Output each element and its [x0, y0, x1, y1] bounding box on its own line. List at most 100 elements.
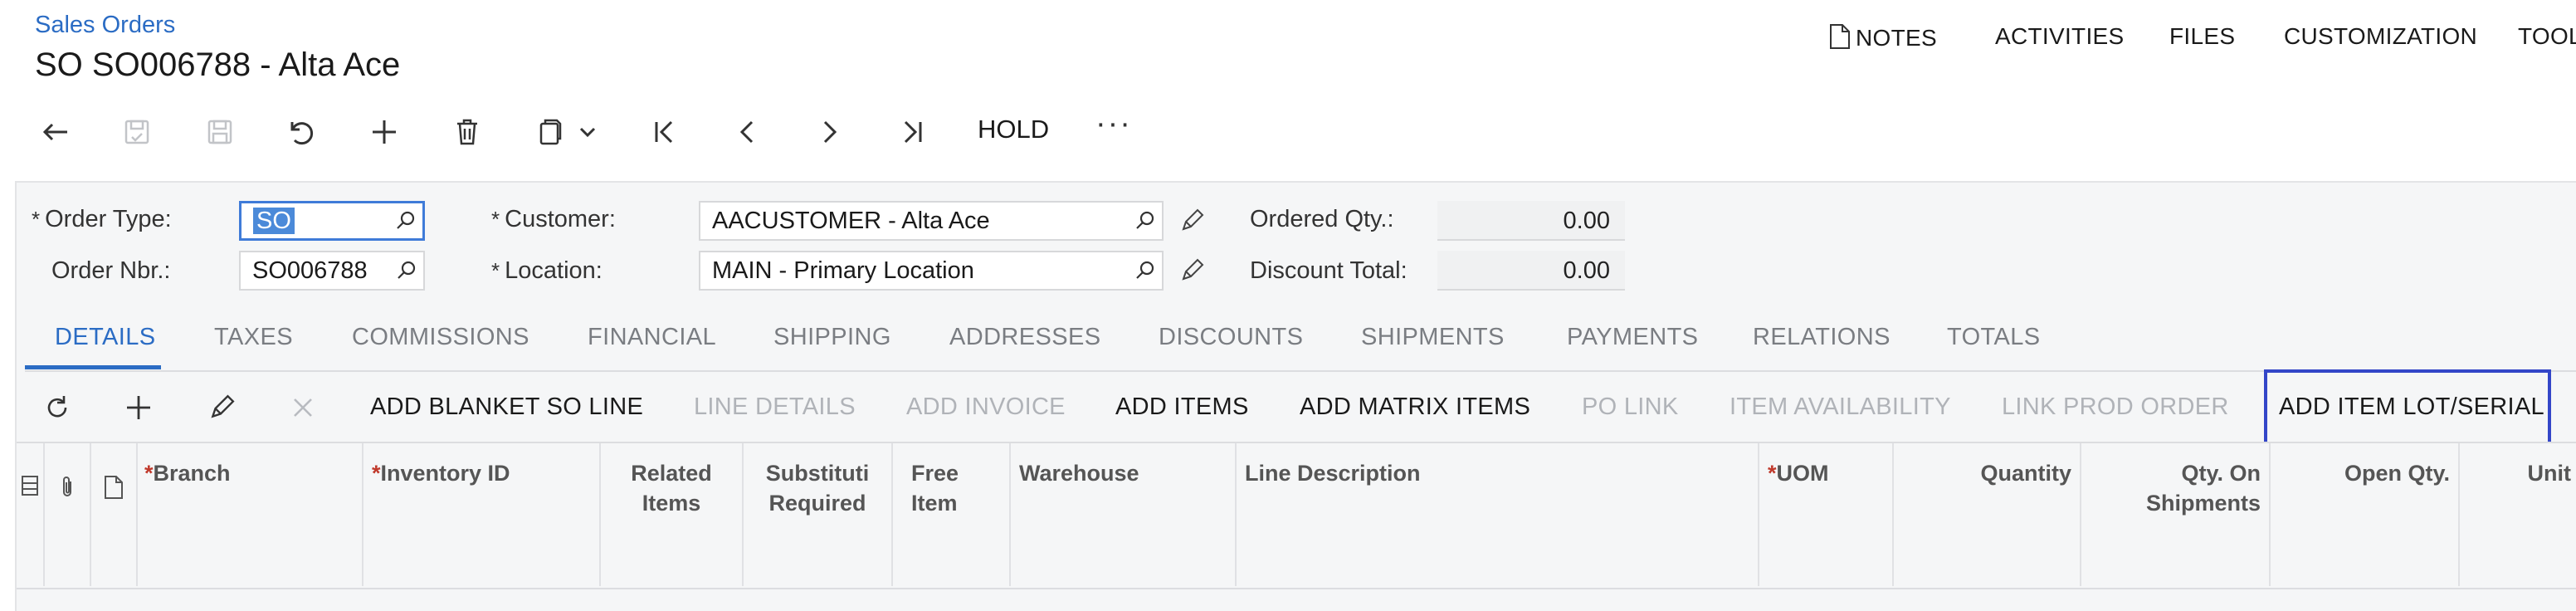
- location-field[interactable]: MAIN - Primary Location: [699, 251, 1164, 291]
- order-nbr-value: SO006788: [252, 257, 368, 284]
- customer-label: * Customer:: [491, 206, 616, 233]
- copy-paste-icon[interactable]: [528, 110, 573, 154]
- document-icon: [1829, 23, 1851, 56]
- col-branch[interactable]: *Branch: [138, 443, 363, 586]
- more-actions-button[interactable]: ···: [1095, 106, 1132, 142]
- col-free-item-line2: Item: [911, 491, 958, 516]
- col-qty-on-shipments[interactable]: Qty. On Shipments: [2081, 443, 2271, 586]
- col-qty-on-shipments-line2: Shipments: [2145, 491, 2261, 516]
- tab-shipments[interactable]: SHIPMENTS: [1361, 324, 1505, 351]
- location-value: MAIN - Primary Location: [712, 257, 974, 284]
- add-invoice-button: ADD INVOICE: [906, 393, 1066, 420]
- add-items-button[interactable]: ADD ITEMS: [1115, 393, 1249, 421]
- edit-location-icon[interactable]: [1175, 254, 1208, 287]
- search-icon[interactable]: [1129, 204, 1162, 237]
- required-star: *: [1768, 461, 1777, 486]
- col-uom[interactable]: *UOM: [1759, 443, 1894, 586]
- back-icon[interactable]: [33, 110, 78, 154]
- row-selector-icon: [17, 458, 43, 496]
- last-record-icon[interactable]: [890, 110, 934, 154]
- col-quantity-label: Quantity: [1980, 461, 2071, 486]
- col-qty-on-shipments-line1: Qty. On: [2181, 461, 2261, 486]
- col-substitution-required[interactable]: Substituti Required: [744, 443, 893, 586]
- col-quantity[interactable]: Quantity: [1894, 443, 2081, 586]
- tab-payments[interactable]: PAYMENTS: [1567, 324, 1698, 351]
- page-title: SO SO006788 - Alta Ace: [35, 46, 401, 83]
- po-link-button: PO LINK: [1582, 393, 1679, 420]
- col-line-description[interactable]: Line Description: [1237, 443, 1759, 586]
- search-icon[interactable]: [389, 204, 422, 237]
- tools-button[interactable]: TOOLS: [2518, 23, 2576, 50]
- tab-details[interactable]: DETAILS: [55, 324, 156, 351]
- col-open-qty[interactable]: Open Qty.: [2271, 443, 2460, 586]
- refresh-icon[interactable]: [37, 387, 78, 428]
- col-inventory-id-label: Inventory ID: [380, 461, 510, 486]
- customer-value: AACUSTOMER - Alta Ace: [712, 207, 990, 234]
- search-icon[interactable]: [1129, 254, 1162, 287]
- tab-relations[interactable]: RELATIONS: [1753, 324, 1891, 351]
- edit-customer-icon[interactable]: [1175, 204, 1208, 237]
- required-mark: *: [491, 258, 500, 283]
- hold-button[interactable]: HOLD: [978, 115, 1049, 144]
- tab-discounts[interactable]: DISCOUNTS: [1159, 324, 1303, 351]
- discount-total-value: 0.00: [1437, 251, 1625, 291]
- col-attachments[interactable]: [45, 443, 91, 586]
- save-icon: [198, 110, 242, 154]
- tab-financial[interactable]: FINANCIAL: [588, 324, 716, 351]
- col-line-description-label: Line Description: [1245, 461, 1421, 486]
- col-notes[interactable]: [91, 443, 138, 586]
- delete-row-icon: [282, 387, 324, 428]
- col-related-items-line1: Related: [631, 461, 712, 486]
- col-free-item-line1: Free: [911, 461, 959, 486]
- add-icon[interactable]: [362, 110, 407, 154]
- customer-field[interactable]: AACUSTOMER - Alta Ace: [699, 201, 1164, 241]
- tab-commissions[interactable]: COMMISSIONS: [352, 324, 529, 351]
- active-tab-indicator: [25, 365, 161, 369]
- customization-button[interactable]: CUSTOMIZATION: [2284, 23, 2477, 50]
- edit-row-icon[interactable]: [201, 387, 242, 428]
- previous-record-icon[interactable]: [725, 110, 770, 154]
- order-type-value: SO: [253, 207, 295, 234]
- tab-addresses[interactable]: ADDRESSES: [949, 324, 1101, 351]
- paperclip-icon: [45, 458, 90, 500]
- activities-button[interactable]: ACTIVITIES: [1995, 23, 2124, 50]
- order-nbr-field[interactable]: SO006788: [239, 251, 425, 291]
- add-row-icon[interactable]: [118, 387, 159, 428]
- col-warehouse[interactable]: Warehouse: [1011, 443, 1237, 586]
- order-type-field[interactable]: SO: [239, 201, 425, 241]
- ordered-qty-label: Ordered Qty.:: [1250, 206, 1394, 232]
- tab-totals[interactable]: TOTALS: [1947, 324, 2041, 351]
- col-substitution-line2: Required: [768, 491, 866, 516]
- search-icon[interactable]: [390, 254, 423, 287]
- notes-button[interactable]: NOTES: [1829, 23, 1937, 56]
- focus-highlight-box: [2264, 369, 2551, 446]
- link-prod-order-button: LINK PROD ORDER: [2002, 393, 2229, 420]
- add-matrix-items-button[interactable]: ADD MATRIX ITEMS: [1300, 393, 1530, 421]
- add-blanket-so-line-button[interactable]: ADD BLANKET SO LINE: [370, 393, 643, 421]
- order-type-label: * Order Type:: [32, 206, 172, 233]
- col-unit-price[interactable]: Unit: [2460, 443, 2576, 586]
- col-warehouse-label: Warehouse: [1019, 461, 1139, 486]
- tab-shipping[interactable]: SHIPPING: [773, 324, 891, 351]
- files-button[interactable]: FILES: [2169, 23, 2235, 50]
- delete-icon[interactable]: [445, 110, 490, 154]
- line-details-button: LINE DETAILS: [694, 393, 856, 420]
- discount-total-label: Discount Total:: [1250, 257, 1408, 284]
- tab-bar: DETAILS TAXES COMMISSIONS FINANCIAL SHIP…: [25, 319, 2576, 372]
- first-record-icon[interactable]: [642, 110, 687, 154]
- chevron-down-icon[interactable]: [571, 110, 604, 154]
- col-related-items-line2: Items: [642, 491, 701, 516]
- ordered-qty-value: 0.00: [1437, 201, 1625, 241]
- col-related-items[interactable]: Related Items: [601, 443, 744, 586]
- col-free-item[interactable]: Free Item: [893, 443, 1011, 586]
- undo-icon[interactable]: [279, 110, 324, 154]
- next-record-icon[interactable]: [807, 110, 851, 154]
- col-substitution-line1: Substituti: [765, 461, 870, 486]
- tab-taxes[interactable]: TAXES: [214, 324, 293, 351]
- breadcrumb[interactable]: Sales Orders: [35, 12, 175, 39]
- required-mark: *: [491, 207, 500, 232]
- col-row-selector[interactable]: [17, 443, 45, 586]
- col-inventory-id[interactable]: *Inventory ID: [363, 443, 601, 586]
- col-uom-label: UOM: [1776, 461, 1829, 486]
- col-branch-label: Branch: [153, 461, 231, 486]
